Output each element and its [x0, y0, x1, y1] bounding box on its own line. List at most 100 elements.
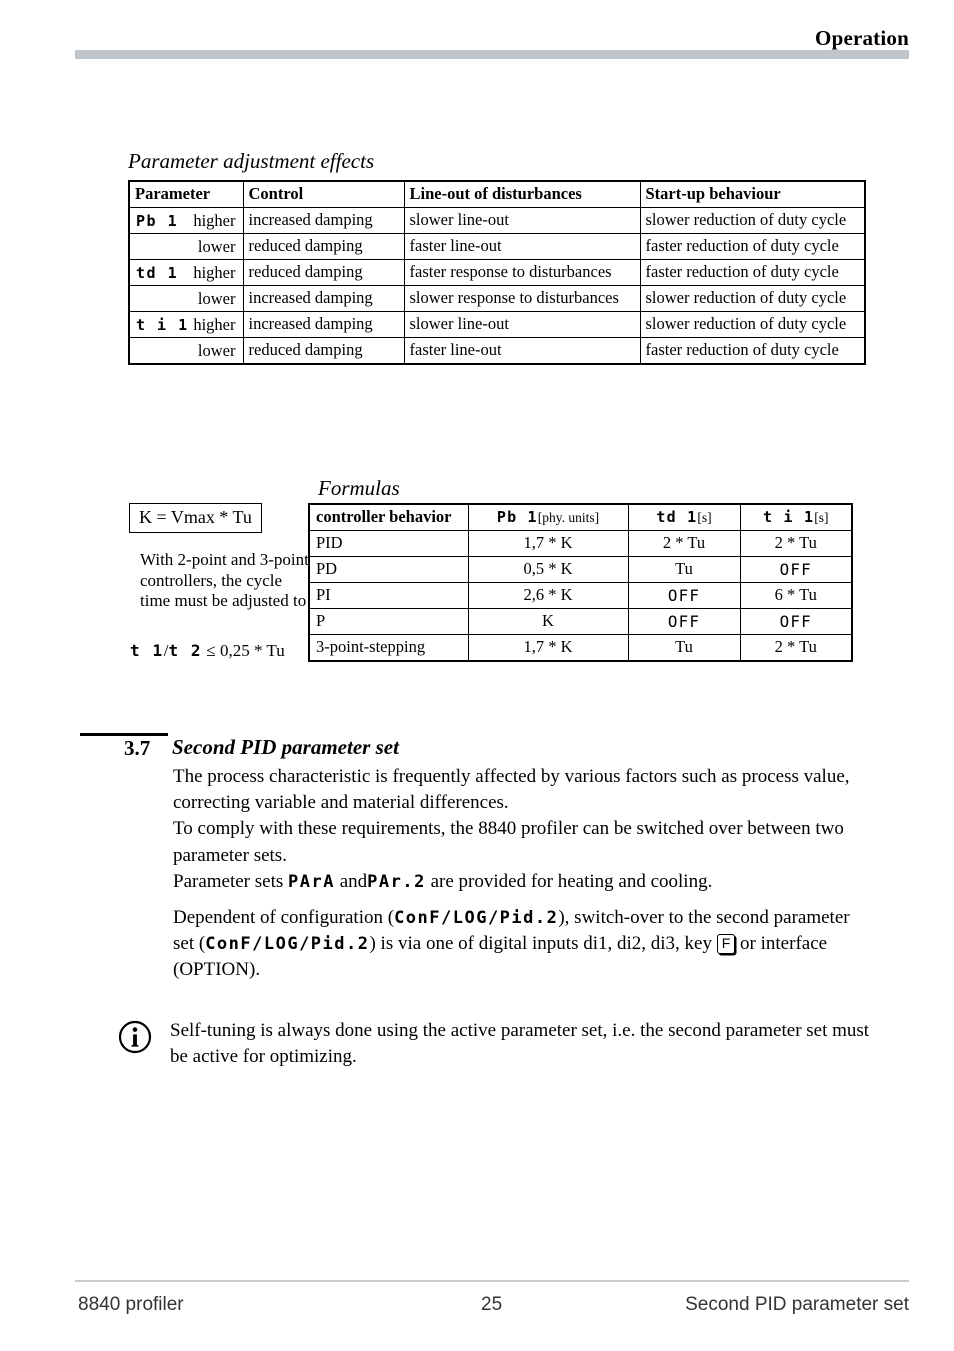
config-path-code-2: ConF/LOG/Pid.2 [205, 934, 370, 955]
cell-td1: Tu [627, 634, 741, 662]
cycle-condition: ≤ 0,25 * Tu [206, 641, 285, 660]
parameter-code-display: Pb 1 [136, 211, 179, 230]
cell-lineout: slower line-out [403, 207, 641, 234]
table-header-row: Parameter Control Line-out of disturbanc… [128, 180, 866, 208]
cell-lineout: faster response to disturbances [403, 259, 641, 286]
cell-td1: 2 * Tu [627, 530, 741, 557]
cell-control: increased damping [242, 285, 405, 312]
k-formula-box: K = Vmax * Tu [129, 503, 262, 533]
table-row: PD 0,5 * K Tu OFF [308, 556, 853, 583]
cell-ti1: OFF [739, 556, 853, 583]
cell-parameter: lower [128, 337, 244, 365]
column-header-parameter: Parameter [128, 180, 244, 208]
cell-behavior: 3-point-stepping [308, 634, 469, 662]
cell-ti1: 6 * Tu [739, 582, 853, 609]
parameter-set-code-par2: PAr.2 [367, 871, 426, 892]
header-unit-td1: [s] [697, 510, 712, 525]
cycle-code-t1: t 1 [130, 641, 164, 660]
cell-startup: slower reduction of duty cycle [639, 311, 866, 338]
cell-ti1: 2 * Tu [739, 530, 853, 557]
formulas-table: controller behavior Pb 1[phy. units] td … [308, 503, 853, 662]
cell-startup: faster reduction of duty cycle [639, 259, 866, 286]
cell-startup: faster reduction of duty cycle [639, 337, 866, 365]
parameter-code-display: t i 1 [136, 315, 189, 334]
header-code-pb1: Pb 1 [496, 508, 538, 526]
footer-divider [75, 1280, 909, 1282]
footer-product: 8840 profiler [78, 1294, 184, 1315]
parameter-direction: higher [193, 262, 236, 282]
cell-control: reduced damping [242, 337, 405, 365]
paragraph-sentence-3-mid: and [339, 870, 368, 892]
info-icon [118, 1020, 152, 1054]
header-unit-pb1: [phy. units] [537, 510, 600, 525]
cell-parameter: Pb 1 higher [128, 207, 244, 234]
f-key-icon: F [716, 934, 736, 954]
table-row: lower increased damping slower response … [128, 285, 866, 312]
paragraph-sentence-3-pre: Parameter sets [173, 870, 284, 892]
table-row: 3-point-stepping 1,7 * K Tu 2 * Tu [308, 634, 853, 662]
cell-behavior: P [308, 608, 469, 635]
paragraph-sentence-3-post: are provided for heating and cooling. [430, 870, 713, 892]
cell-behavior: PD [308, 556, 469, 583]
cell-parameter: td 1 higher [128, 259, 244, 286]
cell-td1: Tu [627, 556, 741, 583]
column-header-td1: td 1[s] [627, 503, 741, 531]
config-path-code-1: ConF/LOG/Pid.2 [394, 908, 559, 928]
table-row: lower reduced damping faster line-out fa… [128, 337, 866, 365]
section-number: 3.7 [124, 736, 151, 760]
parameter-direction: lower [197, 340, 236, 360]
cell-startup: slower reduction of duty cycle [639, 285, 866, 312]
page-title: Operation [815, 26, 909, 50]
table-row: t i 1 higher increased damping slower li… [128, 311, 866, 338]
cell-behavior: PI [308, 582, 469, 609]
cell-startup: slower reduction of duty cycle [639, 207, 866, 234]
cell-pb1: 1,7 * K [467, 634, 629, 662]
cell-control: increased damping [242, 311, 405, 338]
page-header: Operation [0, 0, 954, 70]
cell-control: reduced damping [242, 233, 405, 260]
cell-pb1: 0,5 * K [467, 556, 629, 583]
config-text-post: ) is via one of digital inputs di1, di2,… [369, 933, 712, 955]
cell-pb1: 2,6 * K [467, 582, 629, 609]
parameter-set-code-para: PArA [288, 871, 335, 892]
table-header-row: controller behavior Pb 1[phy. units] td … [308, 503, 853, 531]
cell-control: increased damping [242, 207, 405, 234]
config-text-pre: Dependent of configuration ( [173, 907, 395, 928]
formulas-table-caption: Formulas [318, 476, 400, 500]
parameter-direction: higher [193, 314, 236, 334]
parameter-direction: higher [193, 210, 236, 230]
cycle-time-formula: t 1/t 2 ≤ 0,25 * Tu [130, 641, 285, 661]
table-row: P K OFF OFF [308, 608, 853, 635]
header-unit-ti1: [s] [814, 510, 829, 525]
parameter-adjustment-effects-table: Parameter Control Line-out of disturbanc… [128, 180, 866, 365]
cell-control: reduced damping [242, 259, 405, 286]
column-header-pb1: Pb 1[phy. units] [467, 503, 629, 531]
info-note-text: Self-tuning is always done using the act… [170, 1020, 870, 1068]
paragraph-sentence-1: The process characteristic is frequently… [173, 766, 850, 814]
cell-startup: faster reduction of duty cycle [639, 233, 866, 260]
parameter-direction: lower [197, 236, 236, 256]
section-paragraph-2: Dependent of configuration (ConF/LOG/Pid… [173, 905, 873, 984]
cell-pb1: 1,7 * K [467, 530, 629, 557]
footer-page-number: 25 [481, 1294, 503, 1315]
cell-ti1: OFF [739, 608, 853, 635]
column-header-ti1: t i 1[s] [739, 503, 853, 531]
header-divider [75, 50, 909, 59]
cell-lineout: faster line-out [403, 233, 641, 260]
table-row: PID 1,7 * K 2 * Tu 2 * Tu [308, 530, 853, 557]
section-paragraph-1: The process characteristic is frequently… [173, 764, 873, 895]
info-note: Self-tuning is always done using the act… [118, 1018, 878, 1070]
table-row: Pb 1 higher increased damping slower lin… [128, 207, 866, 234]
table-row: PI 2,6 * K OFF 6 * Tu [308, 582, 853, 609]
cell-ti1: 2 * Tu [739, 634, 853, 662]
cell-pb1: K [467, 608, 629, 635]
paragraph-sentence-2: To comply with these requirements, the 8… [173, 818, 844, 866]
table-row: td 1 higher reduced damping faster respo… [128, 259, 866, 286]
parameter-direction: lower [197, 288, 236, 308]
cycle-code-t2: t 2 [168, 641, 203, 660]
cell-parameter: lower [128, 285, 244, 312]
column-header-startup: Start-up behaviour [639, 180, 866, 208]
header-code-ti1: t i 1 [763, 508, 815, 526]
section-heading: Second PID parameter set [172, 735, 399, 759]
parameter-code-display: td 1 [136, 263, 179, 282]
